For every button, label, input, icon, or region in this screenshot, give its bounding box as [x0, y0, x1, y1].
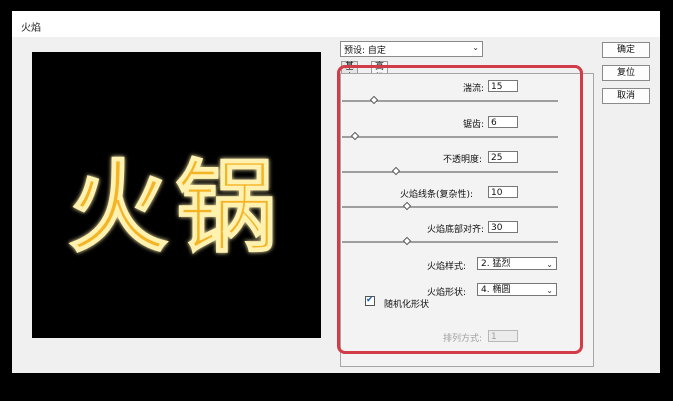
ok-button[interactable]: 确定	[602, 42, 650, 58]
reset-button[interactable]: 复位	[602, 65, 650, 81]
cancel-button[interactable]: 取消	[602, 88, 650, 104]
flame-preview-text: 火锅	[68, 148, 284, 266]
preset-dropdown[interactable]: 预设: 自定 ⌄	[340, 41, 483, 57]
title-bar: 火焰	[12, 11, 660, 37]
flame-preview: 火锅	[32, 52, 321, 338]
preset-value: 自定	[367, 46, 386, 56]
preset-label-text: 预设:	[344, 46, 366, 56]
highlight-frame	[337, 65, 583, 354]
flame-preview-canvas: 火锅	[67, 147, 284, 267]
window-title: 火焰	[21, 23, 41, 34]
chevron-down-icon: ⌄	[472, 43, 479, 52]
